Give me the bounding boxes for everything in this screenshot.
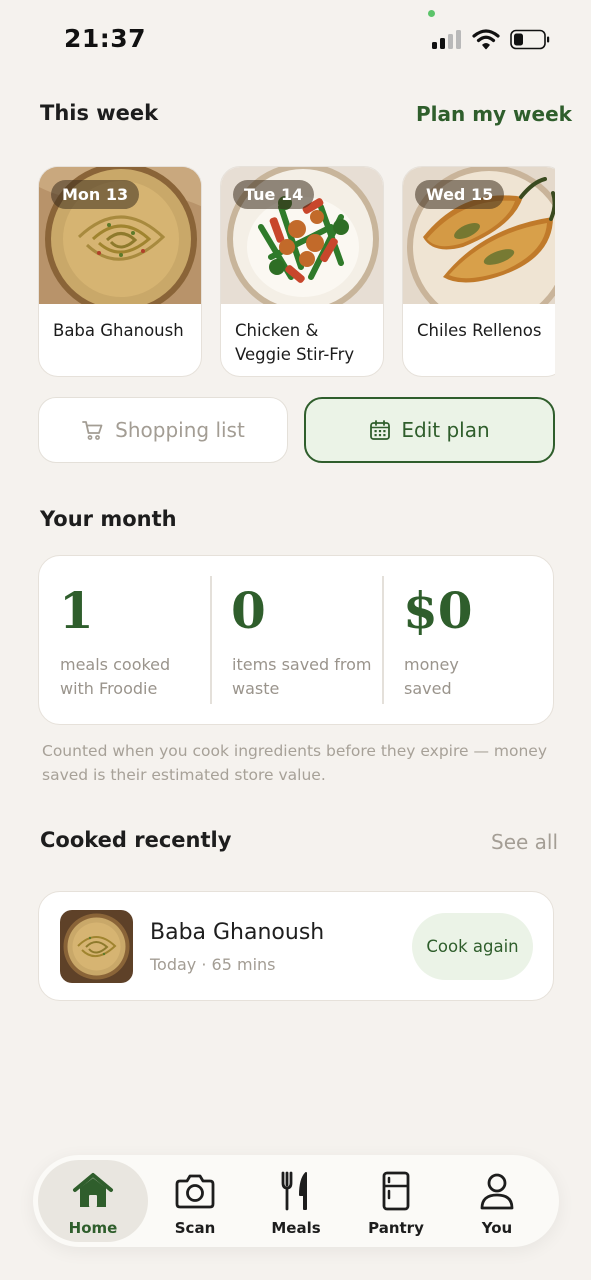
month-note: Counted when you cook ingredients before…	[42, 742, 548, 784]
edit-plan-label: Edit plan	[401, 418, 490, 442]
shopping-list-button[interactable]: Shopping list	[38, 397, 288, 463]
home-icon	[73, 1173, 113, 1207]
wifi-icon	[472, 29, 500, 50]
dish-name: Chicken & Veggie Stir-Fry	[235, 321, 355, 364]
recent-dish-thumbnail	[60, 910, 133, 983]
day-label: Tue 14	[233, 180, 315, 209]
stat-label: items saved from waste	[232, 655, 372, 698]
day-label: Wed 15	[415, 180, 505, 209]
stat-items-saved: 0 items saved from waste	[211, 556, 383, 726]
fridge-icon	[382, 1171, 410, 1211]
this-week-title: This week	[40, 101, 159, 125]
week-carousel[interactable]: Mon 13 Baba Ghanoush Tue 14 Chicken & Ve…	[38, 166, 555, 378]
nav-label: Meals	[271, 1219, 321, 1237]
shopping-list-label: Shopping list	[115, 418, 245, 442]
week-day-card[interactable]: Tue 14 Chicken & Veggie Stir-Fry	[220, 166, 384, 377]
nav-pantry[interactable]: Pantry	[341, 1160, 451, 1242]
status-bar: 21:37	[0, 0, 591, 80]
nav-label: Home	[68, 1219, 118, 1237]
stat-meals-cooked: 1 meals cooked with Froodie	[39, 556, 211, 726]
camera-icon	[175, 1174, 215, 1209]
signal-icon	[432, 29, 464, 49]
month-stats-card: 1 meals cooked with Froodie 0 items save…	[38, 555, 554, 725]
day-label: Mon 13	[51, 180, 140, 209]
nav-scan[interactable]: Scan	[140, 1160, 250, 1242]
dish-name: Chiles Rellenos	[417, 321, 542, 340]
week-day-card[interactable]: Mon 13 Baba Ghanoush	[38, 166, 202, 377]
your-month-title: Your month	[40, 507, 177, 531]
privacy-indicator	[428, 10, 435, 17]
cook-again-button[interactable]: Cook again	[412, 913, 533, 980]
nav-meals[interactable]: Meals	[241, 1160, 351, 1242]
dish-name: Baba Ghanoush	[53, 321, 184, 340]
stat-money-saved: $0 money saved	[383, 556, 555, 726]
stat-value: 1	[59, 581, 94, 640]
recent-dish-name: Baba Ghanoush	[150, 920, 325, 945]
nav-you[interactable]: You	[442, 1160, 552, 1242]
week-day-card[interactable]: Wed 15 Chiles Rellenos	[402, 166, 555, 377]
plan-my-week-link[interactable]: Plan my week	[416, 102, 572, 126]
cooked-recently-title: Cooked recently	[40, 828, 232, 852]
edit-plan-button[interactable]: Edit plan	[304, 397, 555, 463]
recent-dish-meta: Today · 65 mins	[150, 955, 276, 974]
status-time: 21:37	[64, 24, 147, 53]
person-icon	[480, 1173, 514, 1210]
nav-label: Scan	[174, 1219, 216, 1237]
stat-value: 0	[231, 581, 266, 640]
recent-item[interactable]: Baba Ghanoush Today · 65 mins Cook again	[38, 891, 554, 1001]
see-all-link[interactable]: See all	[491, 830, 558, 854]
stat-label: money saved	[404, 655, 459, 698]
nav-home[interactable]: Home	[38, 1160, 148, 1242]
stat-label: meals cooked with Froodie	[60, 655, 171, 698]
fork-knife-icon	[281, 1171, 307, 1211]
nav-label: You	[481, 1219, 513, 1237]
nav-label: Pantry	[368, 1219, 424, 1237]
battery-icon	[510, 29, 550, 50]
bottom-nav: Home Scan Meals Pantry You	[33, 1155, 559, 1247]
cart-icon	[82, 421, 103, 440]
calendar-icon	[370, 420, 391, 440]
stat-value: $0	[403, 581, 473, 640]
